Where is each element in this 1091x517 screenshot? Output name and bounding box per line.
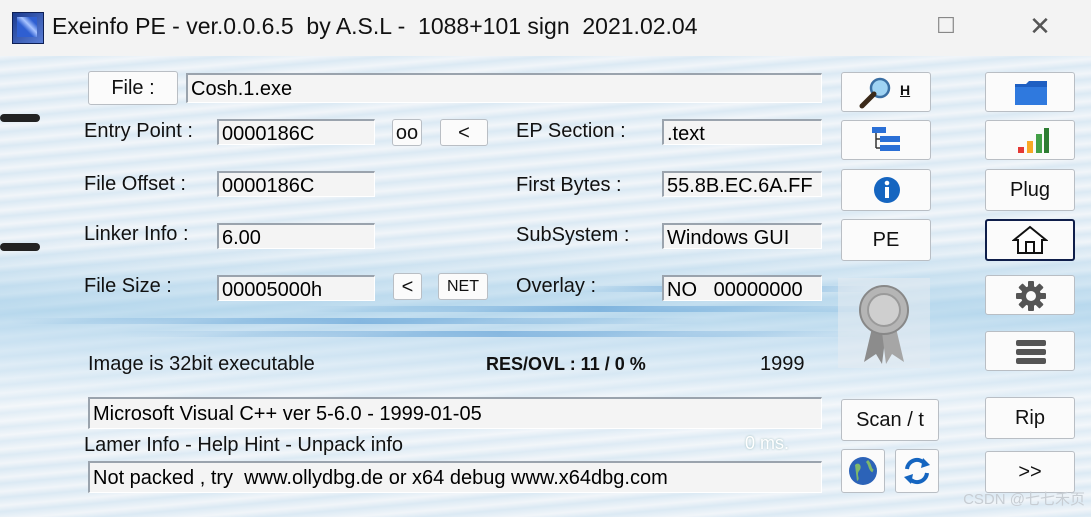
info-button[interactable] — [841, 169, 931, 211]
info-icon — [874, 177, 900, 203]
globe-icon — [849, 457, 877, 485]
subsystem-label: SubSystem : — [516, 224, 630, 246]
file-open-button[interactable]: File : — [88, 71, 178, 105]
window-title: Exeinfo PE - ver.0.0.6.5 by A.S.L - 1088… — [52, 13, 698, 39]
res-ovl-text: RES/OVL : 11 / 0 % — [486, 354, 646, 374]
folder-icon — [1015, 81, 1047, 105]
drag-handle[interactable] — [0, 114, 40, 122]
detection-field[interactable]: Microsoft Visual C++ ver 5-6.0 - 1999-01… — [88, 397, 822, 429]
overlay-field[interactable]: NO 00000000 — [662, 275, 822, 301]
refresh-icon — [904, 457, 930, 485]
entry-point-label: Entry Point : — [84, 120, 193, 142]
oo-button[interactable]: oo — [392, 119, 422, 146]
hint-label: Lamer Info - Help Hint - Unpack info — [84, 434, 404, 456]
file-size-field[interactable]: 00005000h — [217, 275, 375, 301]
title-bar: Exeinfo PE - ver.0.0.6.5 by A.S.L - 1088… — [0, 0, 1091, 56]
drag-handle[interactable] — [0, 243, 40, 251]
entry-point-field[interactable]: 0000186C — [217, 119, 375, 145]
home-button[interactable] — [985, 219, 1075, 261]
file-size-label: File Size : — [84, 275, 172, 297]
size-prev-button[interactable]: < — [393, 273, 422, 300]
bg-streak — [300, 306, 900, 312]
client-area: File : Cosh.1.exe Entry Point : 0000186C… — [0, 56, 1091, 517]
watermark-text: CSDN @七七禾页 — [963, 491, 1085, 508]
stats-button[interactable] — [985, 120, 1075, 160]
search-button[interactable]: H — [841, 72, 931, 112]
linker-info-field[interactable]: 6.00 — [217, 223, 375, 249]
app-icon — [12, 12, 44, 44]
bg-streak — [120, 331, 880, 337]
medal-panel — [838, 278, 930, 368]
plugins-button[interactable]: Plug — [985, 169, 1075, 211]
sections-button[interactable] — [841, 120, 931, 160]
medal-icon — [859, 285, 909, 364]
image-type-text: Image is 32bit executable — [88, 353, 315, 375]
search-hotkey: H — [900, 82, 911, 98]
advice-field[interactable]: Not packed , try www.ollydbg.de or x64 d… — [88, 461, 822, 493]
bg-streak — [10, 318, 710, 324]
linker-info-label: Linker Info : — [84, 223, 189, 245]
net-button[interactable]: NET — [438, 273, 488, 300]
file-offset-field[interactable]: 0000186C — [217, 171, 375, 197]
year-text: 1999 — [760, 353, 805, 375]
refresh-button[interactable] — [895, 449, 939, 493]
gear-icon — [1016, 281, 1046, 311]
subsystem-field[interactable]: Windows GUI — [662, 223, 822, 249]
ep-prev-button[interactable]: < — [440, 119, 488, 146]
scan-button[interactable]: Scan / t — [841, 399, 939, 441]
scan-time-text: 0 ms. — [745, 433, 790, 453]
main-window: Exeinfo PE - ver.0.0.6.5 by A.S.L - 1088… — [0, 0, 1091, 517]
rip-button[interactable]: Rip — [985, 397, 1075, 439]
next-button[interactable]: >> — [985, 451, 1075, 493]
first-bytes-label: First Bytes : — [516, 174, 622, 196]
pe-button[interactable]: PE — [841, 219, 931, 261]
ep-section-label: EP Section : — [516, 120, 626, 142]
magnifier-icon — [859, 77, 891, 109]
web-button[interactable] — [841, 449, 885, 493]
file-offset-label: File Offset : — [84, 173, 186, 195]
file-name-field[interactable]: Cosh.1.exe — [186, 73, 822, 103]
tree-list-icon — [872, 127, 900, 151]
menu-lines-icon — [1016, 340, 1046, 364]
menu-button[interactable] — [985, 331, 1075, 371]
close-button[interactable]: ✕ — [1010, 6, 1070, 46]
bar-chart-icon — [1018, 128, 1049, 153]
first-bytes-field[interactable]: 55.8B.EC.6A.FF — [662, 171, 822, 197]
ep-section-field[interactable]: .text — [662, 119, 822, 145]
home-icon — [1012, 225, 1048, 254]
overlay-label: Overlay : — [516, 275, 597, 297]
maximize-button[interactable]: ☐ — [916, 6, 976, 46]
open-folder-button[interactable] — [985, 72, 1075, 112]
settings-button[interactable] — [985, 275, 1075, 315]
